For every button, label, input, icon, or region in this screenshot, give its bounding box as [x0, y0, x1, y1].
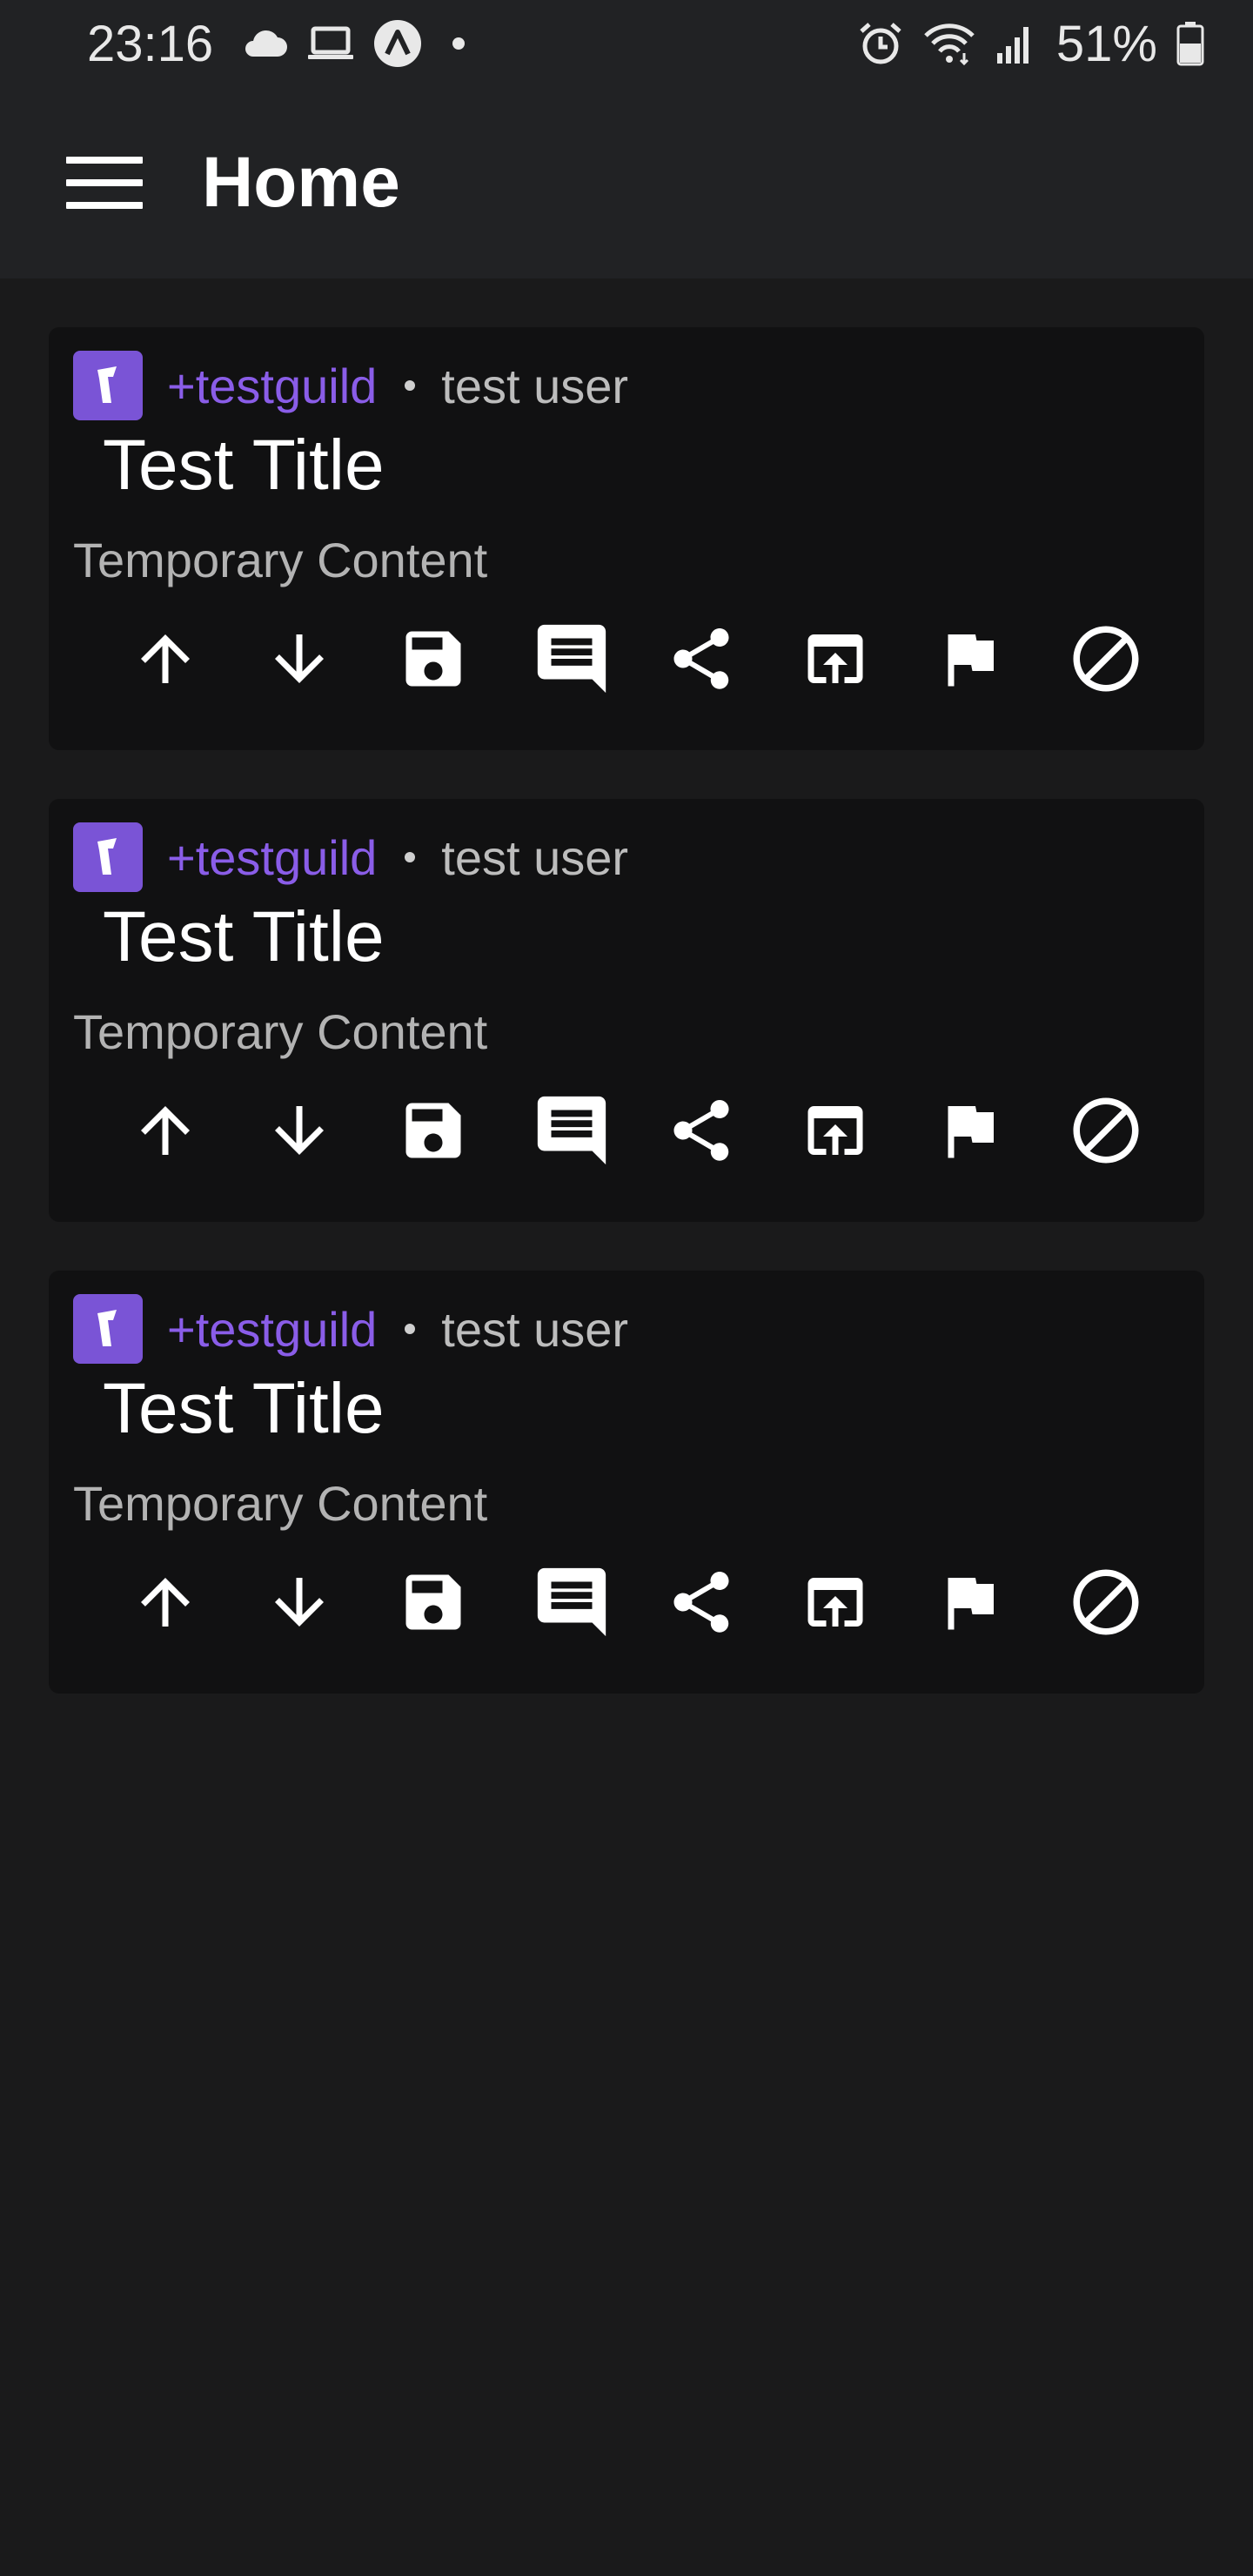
downvote-icon	[275, 634, 324, 683]
upvote-icon	[141, 1106, 190, 1155]
upvote-button[interactable]	[129, 611, 263, 707]
comment-button[interactable]	[531, 1554, 665, 1650]
alarm-icon	[858, 21, 903, 66]
author-link[interactable]: test user	[441, 1301, 628, 1358]
downvote-icon	[275, 1106, 324, 1155]
report-button[interactable]	[933, 1083, 1067, 1178]
laptop-icon	[307, 26, 354, 61]
report-button[interactable]	[933, 611, 1067, 707]
status-bar: 23:16 51%	[0, 0, 1253, 87]
downvote-button[interactable]	[263, 611, 397, 707]
post-content: Temporary Content	[73, 1476, 488, 1531]
comment-icon	[537, 624, 606, 694]
battery-icon	[1176, 21, 1204, 66]
comment-icon	[537, 1096, 606, 1165]
battery-percentage: 51%	[1055, 15, 1157, 72]
app-bar: Home	[0, 87, 1253, 278]
open-external-icon	[807, 634, 863, 683]
separator-dot	[405, 1324, 416, 1334]
separator-dot	[405, 852, 416, 862]
report-button[interactable]	[933, 1554, 1067, 1650]
save-button[interactable]	[397, 1554, 531, 1650]
open-external-icon	[807, 1578, 863, 1627]
open-external-icon	[807, 1106, 863, 1155]
post-header: +testguild test user	[73, 822, 628, 892]
save-icon	[405, 1103, 461, 1158]
comment-icon	[537, 1567, 606, 1637]
downvote-icon	[275, 1578, 324, 1627]
share-button[interactable]	[665, 1083, 799, 1178]
share-button[interactable]	[665, 1554, 799, 1650]
report-flag-icon	[948, 1106, 994, 1158]
post-action-bar	[129, 1083, 1201, 1178]
open-external-button[interactable]	[799, 1554, 933, 1650]
block-icon	[1073, 626, 1139, 692]
post-card[interactable]: +testguild test user Test Title Temporar…	[49, 327, 1204, 750]
status-right: 51%	[858, 15, 1204, 73]
open-external-button[interactable]	[799, 611, 933, 707]
author-link[interactable]: test user	[441, 829, 628, 886]
share-icon	[673, 1572, 729, 1633]
post-title[interactable]: Test Title	[103, 902, 385, 973]
post-content: Temporary Content	[73, 533, 488, 587]
comment-button[interactable]	[531, 611, 665, 707]
block-icon	[1073, 1569, 1139, 1635]
guild-avatar-icon[interactable]	[73, 1294, 143, 1364]
upvote-icon	[141, 1578, 190, 1627]
guild-link[interactable]: +testguild	[167, 358, 377, 414]
post-title[interactable]: Test Title	[103, 1373, 385, 1445]
wifi-icon	[922, 22, 976, 65]
app-notification-icon	[373, 19, 422, 68]
share-icon	[673, 1100, 729, 1161]
more-notifications-dot-icon	[441, 35, 476, 52]
post-action-bar	[129, 611, 1201, 707]
downvote-button[interactable]	[263, 1554, 397, 1650]
block-button[interactable]	[1067, 1083, 1201, 1178]
status-clock: 23:16	[87, 15, 214, 72]
post-action-bar	[129, 1554, 1201, 1650]
downvote-button[interactable]	[263, 1083, 397, 1178]
post-card[interactable]: +testguild test user Test Title Temporar…	[49, 799, 1204, 1222]
upvote-button[interactable]	[129, 1083, 263, 1178]
open-external-button[interactable]	[799, 1083, 933, 1178]
separator-dot	[405, 380, 416, 391]
page-title: Home	[202, 143, 400, 222]
guild-avatar-icon[interactable]	[73, 351, 143, 420]
guild-avatar-icon[interactable]	[73, 822, 143, 892]
author-link[interactable]: test user	[441, 358, 628, 414]
block-button[interactable]	[1067, 611, 1201, 707]
guild-link[interactable]: +testguild	[167, 1301, 377, 1358]
block-button[interactable]	[1067, 1554, 1201, 1650]
share-button[interactable]	[665, 611, 799, 707]
cloud-icon	[241, 29, 288, 58]
report-flag-icon	[948, 1578, 994, 1630]
upvote-button[interactable]	[129, 1554, 263, 1650]
save-icon	[405, 1574, 461, 1630]
post-content: Temporary Content	[73, 1004, 488, 1059]
save-button[interactable]	[397, 1083, 531, 1178]
post-feed: +testguild test user Test Title Temporar…	[49, 327, 1204, 1742]
post-card[interactable]: +testguild test user Test Title Temporar…	[49, 1271, 1204, 1694]
share-icon	[673, 628, 729, 689]
report-flag-icon	[948, 634, 994, 687]
block-icon	[1073, 1097, 1139, 1164]
guild-link[interactable]: +testguild	[167, 829, 377, 886]
save-icon	[405, 631, 461, 687]
post-header: +testguild test user	[73, 351, 628, 420]
post-title[interactable]: Test Title	[103, 430, 385, 501]
comment-button[interactable]	[531, 1083, 665, 1178]
save-button[interactable]	[397, 611, 531, 707]
signal-icon	[995, 23, 1034, 64]
post-header: +testguild test user	[73, 1294, 628, 1364]
hamburger-menu-icon[interactable]	[66, 157, 143, 209]
upvote-icon	[141, 634, 190, 683]
status-left: 23:16	[87, 15, 476, 73]
